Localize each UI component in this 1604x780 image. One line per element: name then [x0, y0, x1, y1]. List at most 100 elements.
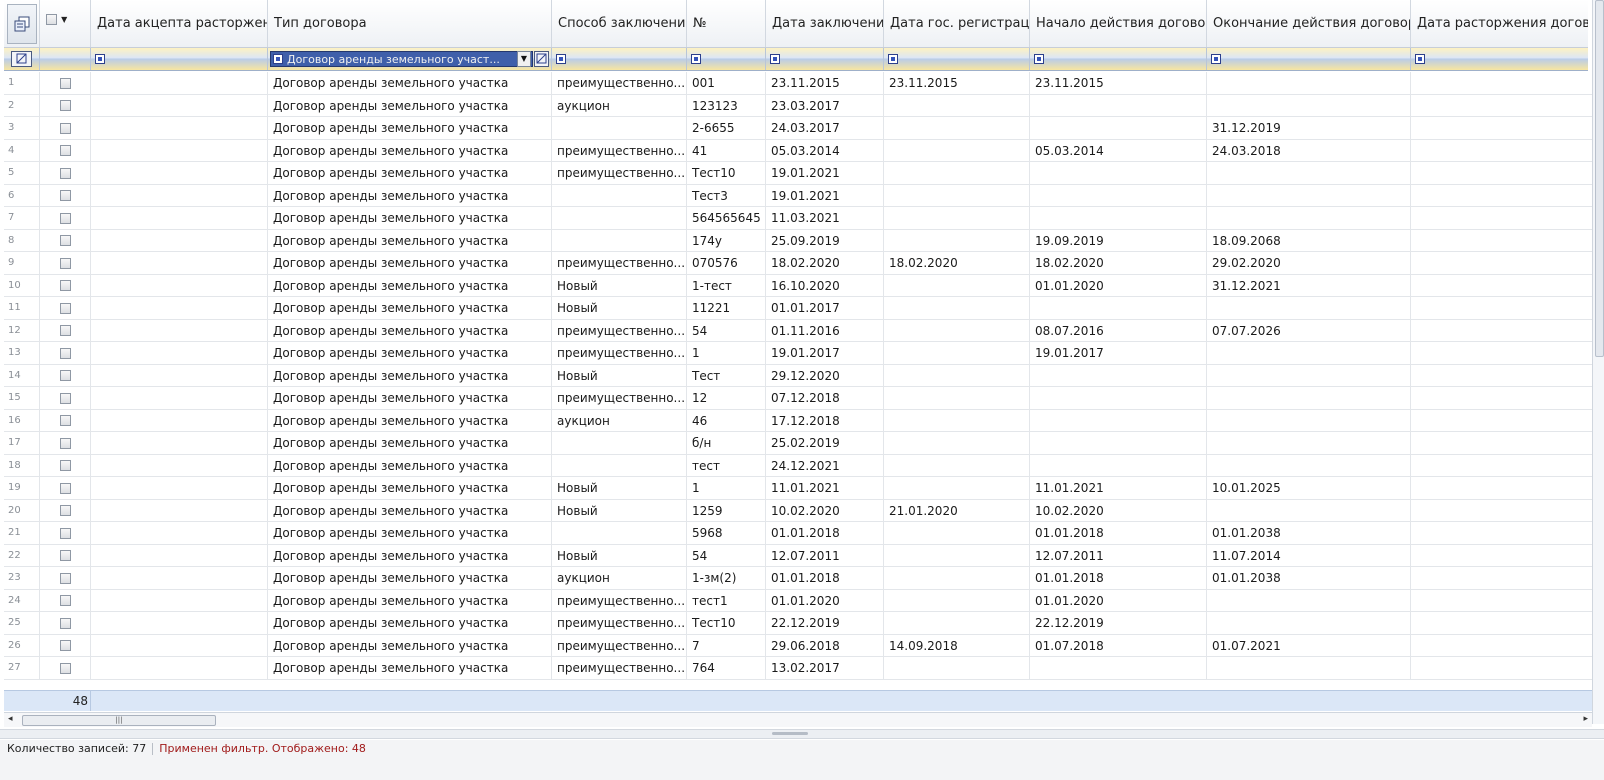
cell-registration[interactable]: [884, 342, 1030, 364]
row-checkbox[interactable]: [59, 325, 71, 336]
cell-end[interactable]: [1207, 94, 1411, 117]
table-row[interactable]: 27 Договор аренды земельного участка пре…: [4, 657, 1592, 680]
cell-type[interactable]: Договор аренды земельного участка: [268, 94, 552, 117]
cell-accept[interactable]: [91, 319, 268, 342]
cell-type[interactable]: Договор аренды земельного участка: [268, 139, 552, 162]
cell-accept[interactable]: [91, 567, 268, 589]
cell-date[interactable]: 29.12.2020: [766, 364, 884, 387]
cell-start[interactable]: [1030, 409, 1207, 432]
row-select-cell[interactable]: [40, 72, 91, 94]
cell-number[interactable]: 1-зм(2): [687, 567, 766, 589]
table-row[interactable]: 22 Договор аренды земельного участка Нов…: [4, 544, 1592, 567]
cell-accept[interactable]: [91, 184, 268, 207]
cell-start[interactable]: [1030, 117, 1207, 139]
filter-registration-icon[interactable]: [888, 54, 898, 64]
cell-termination[interactable]: [1411, 545, 1588, 567]
cell-termination[interactable]: [1411, 140, 1588, 162]
cell-date[interactable]: 07.12.2018: [766, 387, 884, 409]
cell-termination[interactable]: [1411, 185, 1588, 207]
filter-start-icon[interactable]: [1034, 54, 1044, 64]
vertical-scrollbar[interactable]: [1592, 0, 1604, 724]
table-row[interactable]: 23 Договор аренды земельного участка аук…: [4, 567, 1592, 590]
cell-type[interactable]: Договор аренды земельного участка: [268, 499, 552, 522]
cell-method[interactable]: Новый: [552, 274, 687, 297]
cell-termination[interactable]: [1411, 230, 1588, 252]
cell-type[interactable]: Договор аренды земельного участка: [268, 454, 552, 477]
cell-end[interactable]: 10.01.2025: [1207, 477, 1411, 499]
cell-method[interactable]: преимущественно...: [552, 252, 687, 274]
cell-accept[interactable]: [91, 297, 268, 319]
cell-date[interactable]: 19.01.2021: [766, 162, 884, 184]
cell-end[interactable]: [1207, 409, 1411, 432]
header-termination[interactable]: Дата расторжения догов: [1411, 0, 1588, 47]
cell-start[interactable]: 23.11.2015: [1030, 72, 1207, 94]
cell-accept[interactable]: [91, 522, 268, 544]
table-row[interactable]: 26 Договор аренды земельного участка пре…: [4, 634, 1592, 657]
cell-termination[interactable]: [1411, 522, 1588, 544]
filter-termination-icon[interactable]: [1415, 54, 1425, 64]
row-checkbox[interactable]: [59, 257, 71, 269]
filter-number-icon[interactable]: [691, 54, 701, 64]
cell-date[interactable]: 25.02.2019: [766, 432, 884, 454]
table-row[interactable]: 21 Договор аренды земельного участка 596…: [4, 522, 1592, 545]
cell-termination[interactable]: [1411, 162, 1588, 184]
table-row[interactable]: 6 Договор аренды земельного участка Тест…: [4, 184, 1592, 207]
header-registration[interactable]: Дата гос. регистрации: [884, 0, 1030, 47]
cell-method[interactable]: преимущественно...: [552, 342, 687, 364]
cell-number[interactable]: 1-тест: [687, 274, 766, 297]
cell-type[interactable]: Договор аренды земельного участка: [268, 657, 552, 679]
table-row[interactable]: 11 Договор аренды земельного участка Нов…: [4, 297, 1592, 320]
cell-number[interactable]: 764: [687, 657, 766, 679]
cell-accept[interactable]: [91, 477, 268, 499]
cell-date[interactable]: 19.01.2021: [766, 184, 884, 207]
header-start[interactable]: Начало действия договора: [1030, 0, 1207, 47]
cell-end[interactable]: 11.07.2014: [1207, 544, 1411, 567]
cell-end[interactable]: [1207, 432, 1411, 454]
cell-number[interactable]: 070576: [687, 252, 766, 274]
filter-type-dropdown-button[interactable]: ▼: [517, 51, 531, 67]
cell-registration[interactable]: [884, 589, 1030, 612]
cell-type[interactable]: Договор аренды земельного участка: [268, 297, 552, 319]
cell-accept[interactable]: [91, 454, 268, 477]
cell-registration[interactable]: [884, 522, 1030, 544]
cell-end[interactable]: 07.07.2026: [1207, 319, 1411, 342]
chevron-down-icon[interactable]: ▼: [61, 15, 67, 24]
cell-registration[interactable]: [884, 409, 1030, 432]
cell-type[interactable]: Договор аренды земельного участка: [268, 364, 552, 387]
scroll-left-icon[interactable]: ◂: [8, 714, 13, 724]
cell-accept[interactable]: [91, 364, 268, 387]
cell-method[interactable]: [552, 207, 687, 229]
cell-number[interactable]: 54: [687, 319, 766, 342]
cell-start[interactable]: [1030, 94, 1207, 117]
row-checkbox[interactable]: [59, 77, 71, 89]
cell-accept[interactable]: [91, 252, 268, 274]
cell-start[interactable]: [1030, 387, 1207, 409]
cell-number[interactable]: 123123: [687, 94, 766, 117]
cell-method[interactable]: [552, 432, 687, 454]
cell-method[interactable]: Новый: [552, 499, 687, 522]
table-row[interactable]: 16 Договор аренды земельного участка аук…: [4, 409, 1592, 432]
cell-date[interactable]: 23.03.2017: [766, 94, 884, 117]
cell-number[interactable]: 12: [687, 387, 766, 409]
cell-number[interactable]: 41: [687, 139, 766, 162]
cell-end[interactable]: [1207, 657, 1411, 679]
row-checkbox[interactable]: [59, 167, 71, 179]
row-select-cell[interactable]: [40, 544, 91, 567]
cell-end[interactable]: [1207, 387, 1411, 409]
cell-date[interactable]: 24.12.2021: [766, 454, 884, 477]
row-select-cell[interactable]: [40, 117, 91, 139]
row-select-cell[interactable]: [40, 319, 91, 342]
row-select-cell[interactable]: [40, 409, 91, 432]
cell-method[interactable]: преимущественно...: [552, 634, 687, 657]
cell-accept[interactable]: [91, 387, 268, 409]
cell-accept[interactable]: [91, 139, 268, 162]
cell-end[interactable]: 01.01.2038: [1207, 567, 1411, 589]
cell-type[interactable]: Договор аренды земельного участка: [268, 387, 552, 409]
cell-end[interactable]: [1207, 499, 1411, 522]
cell-termination[interactable]: [1411, 612, 1588, 634]
cell-termination[interactable]: [1411, 500, 1588, 522]
cell-start[interactable]: [1030, 297, 1207, 319]
table-row[interactable]: 4 Договор аренды земельного участка преи…: [4, 139, 1592, 162]
row-checkbox[interactable]: [59, 280, 71, 291]
cell-registration[interactable]: [884, 274, 1030, 297]
